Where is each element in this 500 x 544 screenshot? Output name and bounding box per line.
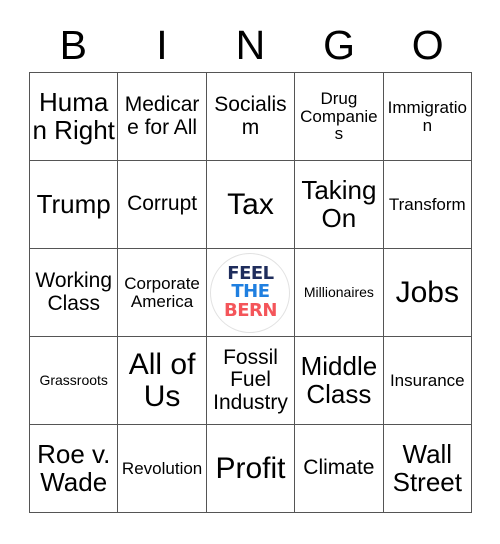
bingo-cell[interactable]: Profit	[206, 425, 296, 513]
header-letter-o: O	[411, 22, 444, 68]
bingo-cell[interactable]: Socialism	[206, 73, 296, 161]
bingo-cell[interactable]: Climate	[295, 425, 384, 513]
bingo-cell[interactable]: Trump	[30, 161, 119, 249]
bingo-cell[interactable]: Grassroots	[30, 337, 119, 425]
bingo-cell[interactable]: Taking On	[295, 161, 384, 249]
bingo-header: B I N G O	[29, 18, 472, 72]
bingo-cell[interactable]: Working Class	[30, 249, 119, 337]
header-letter-b: B	[59, 22, 87, 68]
bingo-card: B I N G O Human Right Medicare for All S…	[0, 0, 500, 544]
bingo-cell[interactable]: Fossil Fuel Industry	[206, 337, 296, 425]
bingo-cell[interactable]: Roe v. Wade	[30, 425, 119, 513]
bingo-cell[interactable]: Insurance	[383, 337, 472, 425]
bingo-cell[interactable]: Wall Street	[383, 425, 472, 513]
bingo-free-space-cell[interactable]: FEEL THE BERN	[206, 249, 296, 337]
bingo-cell[interactable]: Middle Class	[295, 337, 384, 425]
feel-the-bern-logo: FEEL THE BERN	[210, 252, 291, 333]
bingo-grid: Human Right Medicare for All Socialism D…	[29, 72, 472, 513]
bingo-cell[interactable]: Jobs	[383, 249, 472, 337]
bingo-cell[interactable]: Transform	[383, 161, 472, 249]
bingo-cell[interactable]: Immigration	[383, 73, 472, 161]
logo-line-the: THE	[231, 281, 270, 303]
header-letter-g: G	[323, 22, 356, 68]
bingo-cell[interactable]: Revolution	[118, 425, 207, 513]
bingo-cell[interactable]: Corrupt	[118, 161, 207, 249]
bingo-cell[interactable]: Millionaires	[295, 249, 384, 337]
logo-line-bern: BERN	[224, 299, 277, 321]
bingo-cell[interactable]: All of Us	[118, 337, 207, 425]
bingo-cell[interactable]: Tax	[206, 161, 296, 249]
bingo-cell[interactable]: Medicare for All	[118, 73, 207, 161]
bingo-cell[interactable]: Human Right	[30, 73, 119, 161]
header-letter-i: I	[156, 22, 168, 68]
bingo-cell[interactable]: Drug Companies	[295, 73, 384, 161]
header-letter-n: N	[235, 22, 266, 68]
bingo-cell[interactable]: Corporate America	[118, 249, 207, 337]
